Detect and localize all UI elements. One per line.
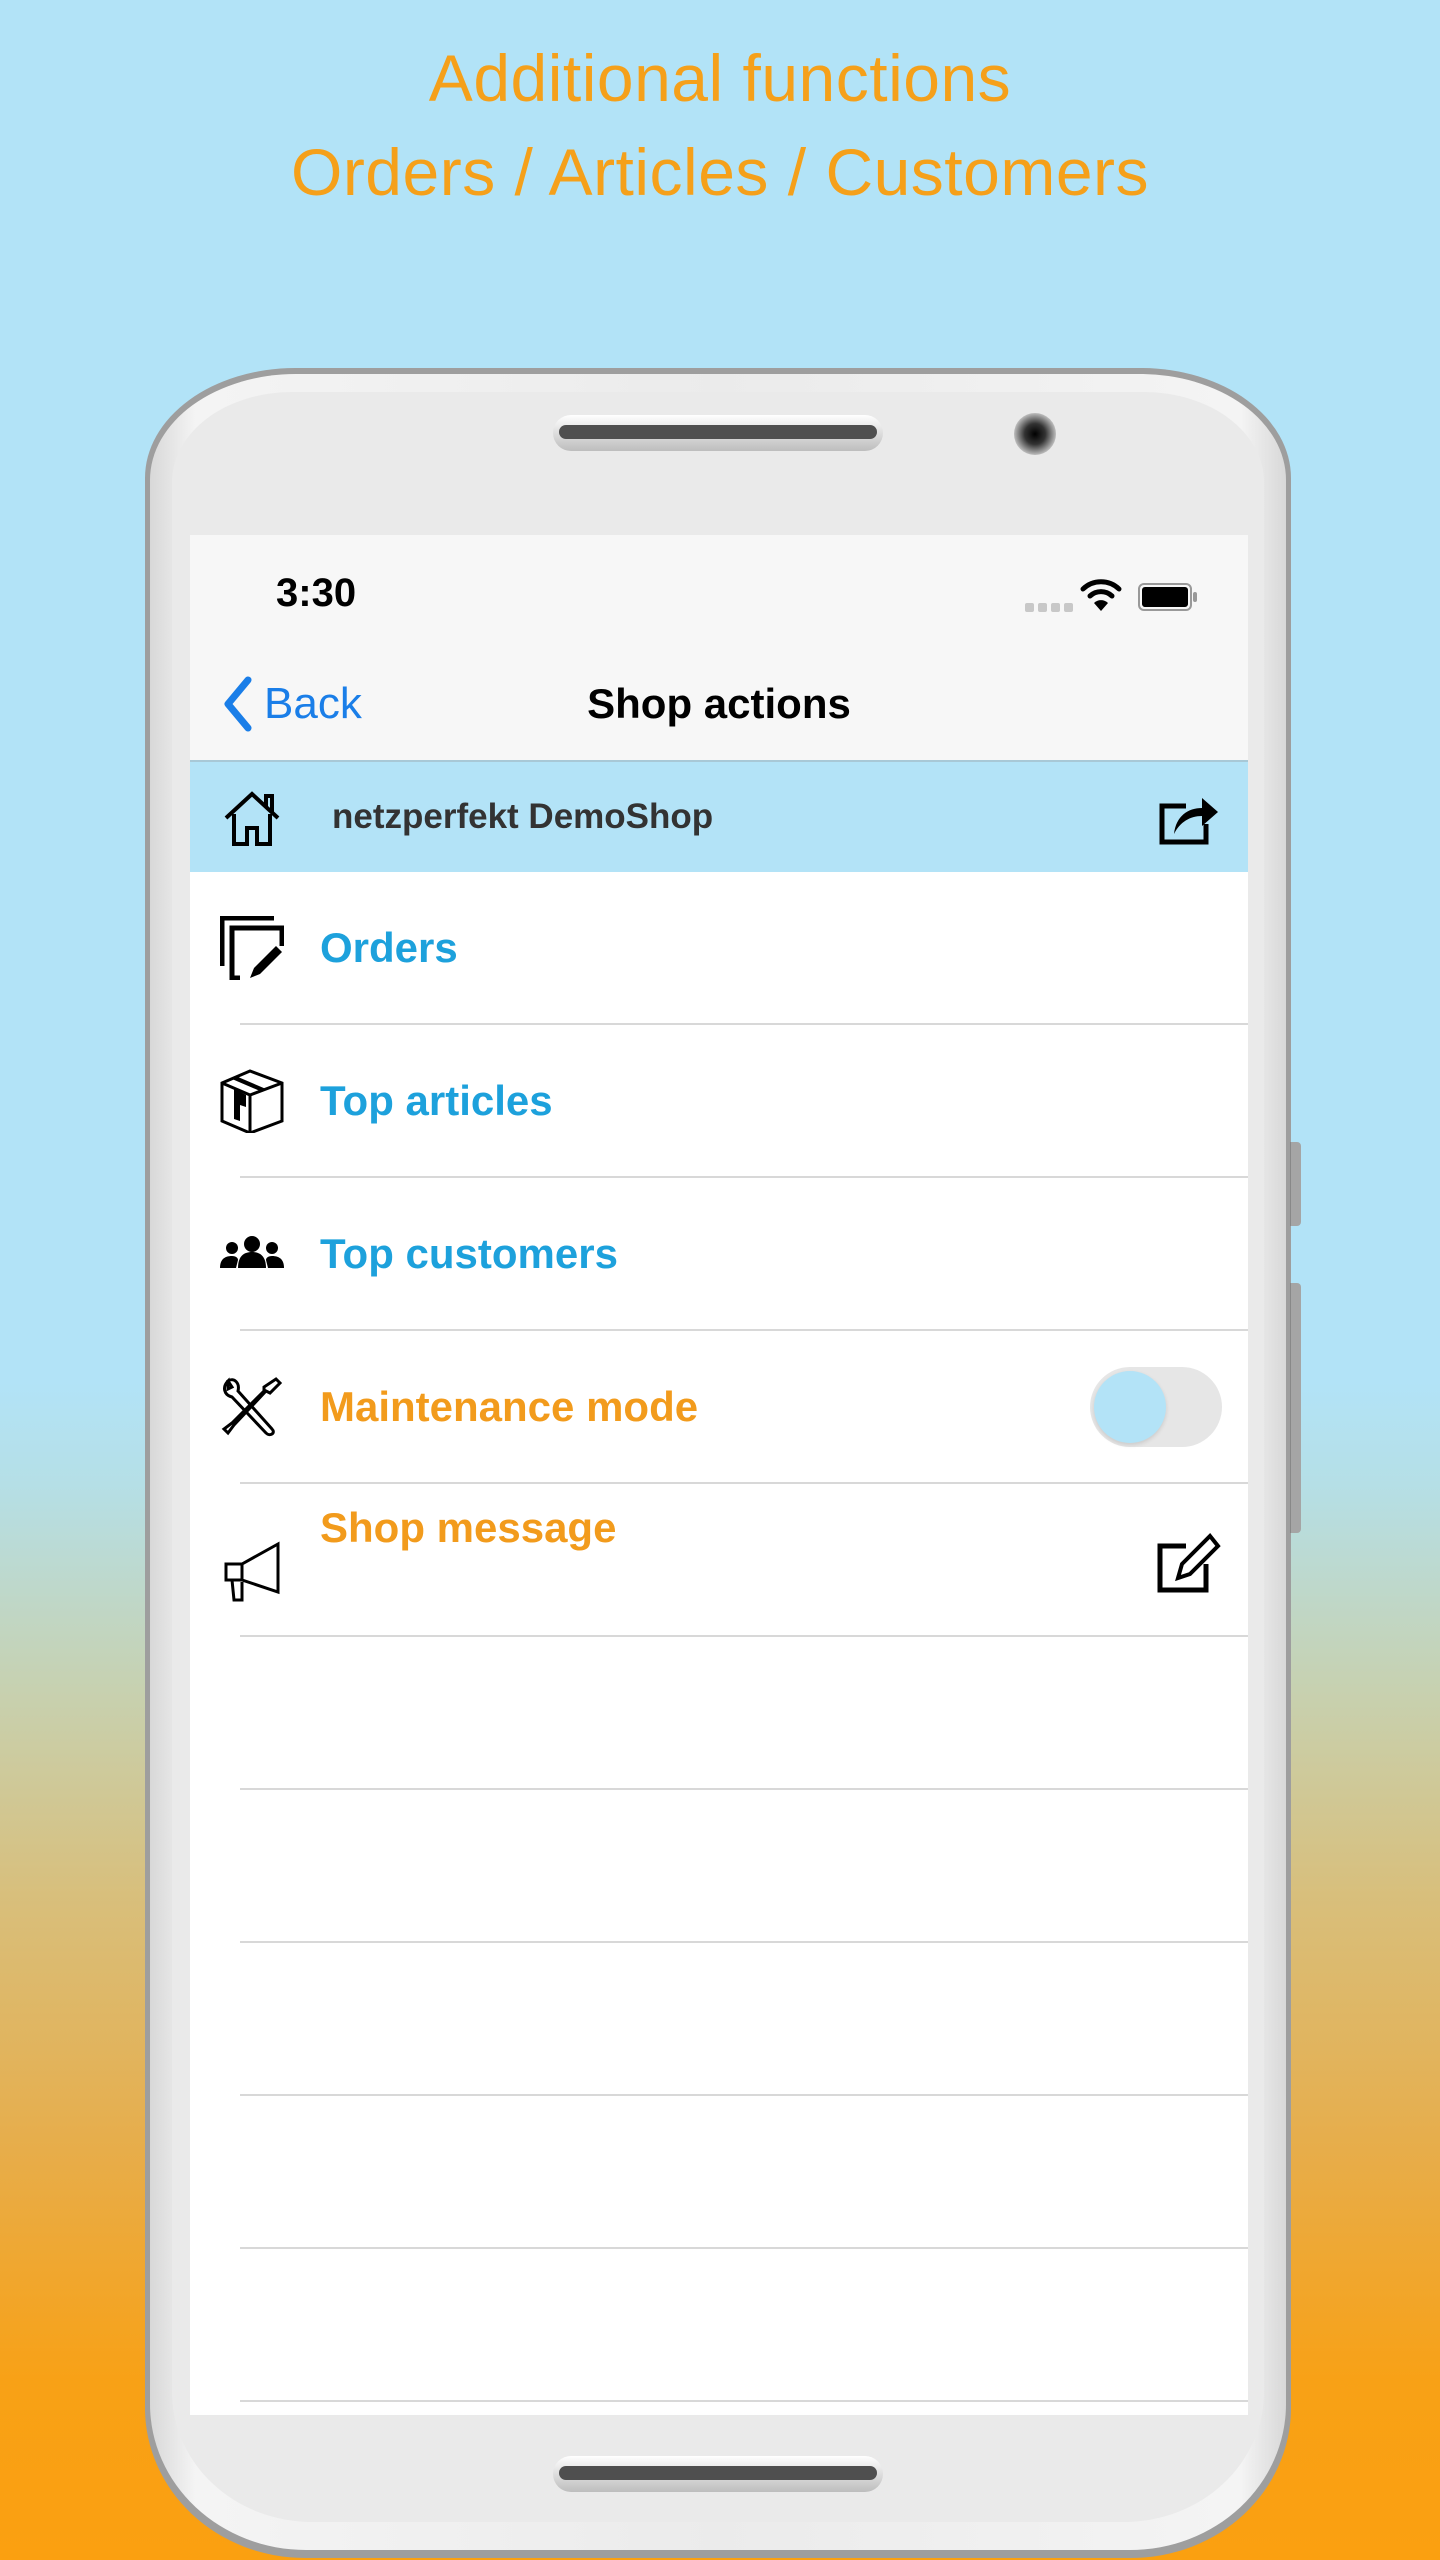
menu-item-label: Shop message	[320, 1504, 617, 1551]
phone-bottom-speaker	[553, 2456, 883, 2492]
empty-list-row	[190, 1637, 1248, 1790]
menu-item-label: Top articles	[320, 1077, 553, 1124]
edit-icon[interactable]	[1156, 1532, 1222, 1594]
menu-item-top-customers[interactable]: Top customers	[190, 1178, 1248, 1331]
phone-volume-button	[1290, 1142, 1301, 1226]
menu-item-label: Orders	[320, 924, 458, 971]
megaphone-icon	[224, 1541, 280, 1602]
battery-icon	[1138, 583, 1197, 611]
signal-icon	[1025, 603, 1073, 612]
maintenance-mode-toggle[interactable]	[1090, 1367, 1222, 1447]
status-time: 3:30	[276, 571, 357, 615]
promo-headline-line2: Orders / Articles / Customers	[290, 135, 1150, 209]
tools-icon	[221, 1377, 283, 1437]
page-title: Shop actions	[587, 680, 851, 727]
menu-item-top-articles[interactable]: Top articles	[190, 1025, 1248, 1178]
phone-earpiece	[553, 415, 883, 451]
empty-list-row	[190, 2096, 1248, 2249]
menu-item-label: Maintenance mode	[320, 1383, 699, 1430]
shop-header: netzperfekt DemoShop	[190, 762, 1248, 872]
empty-list-row	[190, 2249, 1248, 2402]
menu-item-shop-message: Shop message	[190, 1484, 1248, 1637]
promo-headline-line1: Additional functions	[428, 41, 1012, 115]
share-icon[interactable]	[1156, 788, 1222, 846]
empty-list-row	[190, 1943, 1248, 2096]
app-screen: 3:30 Back Shop actions netzperfekt DemoS…	[190, 535, 1248, 2415]
shop-name: netzperfekt DemoShop	[332, 797, 714, 836]
package-box-icon	[220, 1069, 284, 1133]
navigation-bar: Back Shop actions	[190, 650, 1248, 762]
empty-list-row	[190, 1790, 1248, 1943]
orders-edit-icon	[220, 916, 284, 980]
home-icon[interactable]	[220, 788, 284, 848]
users-group-icon	[220, 1236, 284, 1268]
toggle-knob	[1094, 1371, 1166, 1443]
menu-item-label: Top customers	[320, 1230, 618, 1277]
menu-item-maintenance-mode: Maintenance mode	[190, 1331, 1248, 1484]
phone-camera	[1014, 413, 1056, 455]
phone-power-button	[1290, 1283, 1301, 1533]
status-bar: 3:30	[190, 535, 1248, 650]
menu-item-orders[interactable]: Orders	[190, 872, 1248, 1025]
shop-actions-list: Orders Top articles Top customers Mainte…	[190, 872, 1248, 2402]
wifi-icon	[1080, 579, 1122, 611]
